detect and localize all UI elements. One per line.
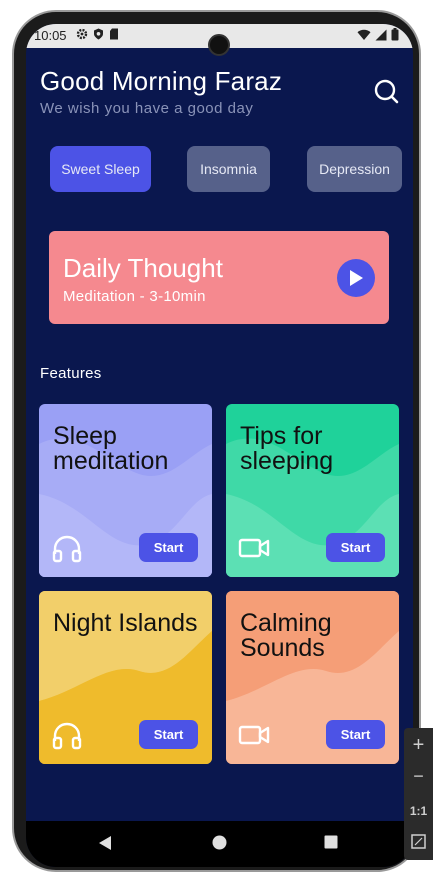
emulator-zoom-panel: + − 1:1 [404, 728, 433, 860]
daily-thought-title: Daily Thought [63, 253, 223, 283]
chip-label: Sweet Sleep [61, 161, 140, 177]
start-button[interactable]: Start [326, 533, 385, 562]
battery-icon [391, 28, 399, 41]
shield-icon [94, 28, 103, 40]
headphones-icon [52, 535, 82, 563]
play-icon [350, 270, 363, 286]
search-icon [374, 79, 399, 104]
headphones-icon [52, 722, 82, 750]
daily-thought-subtitle: Meditation - 3-10min [63, 288, 206, 305]
back-icon[interactable] [98, 835, 112, 851]
feature-card-night-islands[interactable]: Night Islands Start [39, 591, 212, 764]
settings-icon [76, 28, 88, 40]
status-time: 10:05 [34, 28, 67, 43]
video-icon [238, 538, 270, 558]
recents-icon[interactable] [324, 835, 338, 849]
search-button[interactable] [372, 77, 402, 107]
start-button[interactable]: Start [326, 720, 385, 749]
play-button[interactable] [337, 259, 375, 297]
start-button[interactable]: Start [139, 533, 198, 562]
app-screen: 10:05 Good Morning Faraz We wish you hav… [26, 24, 413, 867]
card-title: Sleep meditation [53, 422, 169, 475]
zoom-ratio-button[interactable]: 1:1 [404, 804, 433, 818]
feature-card-calming-sounds[interactable]: Calming Sounds Start [226, 591, 399, 764]
wifi-icon [357, 29, 371, 40]
sd-card-icon [110, 28, 118, 40]
greeting-title: Good Morning Faraz [40, 66, 283, 96]
chip-depression[interactable]: Depression [307, 146, 402, 192]
daily-thought-card[interactable]: Daily Thought Meditation - 3-10min [49, 231, 389, 324]
chip-insomnia[interactable]: Insomnia [187, 146, 270, 192]
start-button[interactable]: Start [139, 720, 198, 749]
feature-card-sleep-meditation[interactable]: Sleep meditation Start [39, 404, 212, 577]
chip-sweet-sleep[interactable]: Sweet Sleep [50, 146, 151, 192]
card-title: Tips for sleeping [240, 422, 334, 475]
zoom-in-button[interactable]: + [404, 734, 433, 757]
chip-label: Insomnia [200, 161, 257, 177]
signal-icon [375, 29, 387, 40]
feature-card-tips-for-sleeping[interactable]: Tips for sleeping Start [226, 404, 399, 577]
front-camera [208, 34, 230, 56]
card-title: Calming Sounds [240, 609, 332, 662]
fit-screen-icon[interactable] [411, 834, 426, 849]
card-title: Night Islands [53, 609, 198, 637]
zoom-out-button[interactable]: − [404, 766, 433, 787]
chip-label: Depression [319, 161, 390, 177]
features-heading: Features [40, 365, 102, 382]
video-icon [238, 725, 270, 745]
system-nav-bar [26, 821, 413, 867]
greeting-subtitle: We wish you have a good day [40, 100, 254, 117]
home-icon[interactable] [212, 835, 227, 850]
